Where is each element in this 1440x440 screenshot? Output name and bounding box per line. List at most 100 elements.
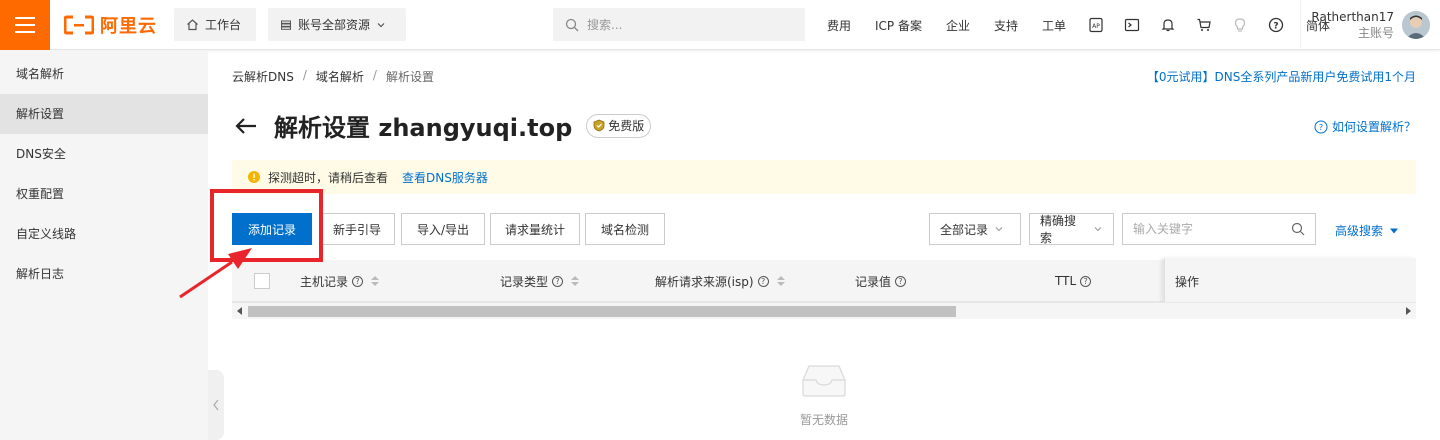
import-export-button[interactable]: 导入/导出 [401, 213, 485, 245]
nav-tickets[interactable]: 工单 [1030, 17, 1078, 34]
menu-line [15, 24, 35, 26]
scroll-right-arrow[interactable] [1406, 307, 1411, 315]
breadcrumb-separator: / [372, 68, 377, 82]
cart-icon[interactable] [1186, 0, 1222, 50]
sidebar-collapse-button[interactable] [208, 370, 224, 440]
scroll-thumb[interactable] [248, 306, 956, 317]
aliyun-logo[interactable]: 阿里云 [64, 13, 157, 37]
scroll-left-arrow[interactable] [237, 307, 242, 315]
question-circle-icon[interactable]: ? [895, 275, 907, 287]
workbench-button[interactable]: 工作台 [174, 8, 256, 41]
empty-state: 暂无数据 [790, 362, 858, 428]
breadcrumb-separator: / [302, 68, 307, 82]
warning-icon [248, 171, 260, 183]
search-icon[interactable] [1291, 222, 1305, 236]
chevron-down-icon [1094, 227, 1102, 232]
sidebar-item-resolution-settings[interactable]: 解析设置 [0, 94, 208, 134]
user-menu[interactable]: Ratherthan17 主账号 [1300, 0, 1430, 50]
bell-icon[interactable] [1150, 0, 1186, 50]
sidebar-item-dns-security[interactable]: DNS安全 [0, 134, 208, 174]
sort-icon[interactable] [571, 276, 580, 286]
sidebar-item-weight-config[interactable]: 权重配置 [0, 174, 208, 214]
column-record-type[interactable]: 记录类型 ? [500, 260, 580, 302]
home-icon [187, 19, 198, 31]
breadcrumb-item-dns[interactable]: 云解析DNS [232, 68, 294, 85]
alert-message: 探测超时，请稍后查看 [268, 170, 389, 185]
back-arrow-icon[interactable] [232, 112, 260, 140]
global-search[interactable] [553, 8, 805, 41]
stack-icon [281, 20, 291, 30]
edition-badge: 免费版 [586, 113, 652, 138]
empty-state-text: 暂无数据 [799, 413, 848, 427]
column-ttl: TTL ? [1055, 260, 1092, 302]
search-icon [565, 18, 579, 31]
breadcrumb-item-domains[interactable]: 域名解析 [316, 68, 364, 85]
sidebar-item-domain-resolution[interactable]: 域名解析 [0, 54, 208, 94]
logo-text: 阿里云 [100, 16, 157, 37]
search-mode-select[interactable]: 精确搜索 [1029, 213, 1114, 245]
request-stats-button[interactable]: 请求量统计 [490, 213, 580, 245]
column-host-record[interactable]: 主机记录 ? [300, 260, 380, 302]
aliyun-logo-icon [64, 15, 94, 35]
keyword-input[interactable] [1133, 222, 1283, 236]
question-circle-icon[interactable]: ? [352, 275, 364, 287]
column-label: 主机记录 [300, 274, 349, 289]
nav-enterprise[interactable]: 企业 [934, 17, 982, 34]
breadcrumb-item-current: 解析设置 [385, 70, 434, 84]
menu-line [15, 31, 35, 33]
chevron-down-icon [377, 22, 385, 27]
avatar[interactable] [1402, 11, 1430, 39]
free-trial-link[interactable]: 【0元试用】DNS全系列产品新用户免费试用1个月 [1147, 68, 1416, 85]
view-dns-servers-link[interactable]: 查看DNS服务器 [402, 169, 488, 186]
user-role: 主账号 [1357, 26, 1394, 40]
top-navbar: 阿里云 工作台 账号全部资源 费用 ICP 备案 企业 支持 工单 AP [0, 0, 1440, 50]
column-record-value: 记录值 ? [855, 260, 907, 302]
question-circle-icon[interactable]: ? [1080, 275, 1092, 287]
column-label: 操作 [1175, 275, 1200, 289]
beginner-guide-button[interactable]: 新手引导 [319, 213, 395, 245]
page-title: 解析设置 zhangyuqi.top [274, 114, 573, 142]
column-label: 记录类型 [500, 274, 549, 289]
column-label: 记录值 [855, 274, 892, 289]
nav-support[interactable]: 支持 [982, 17, 1030, 34]
how-to-configure-link[interactable]: ? 如何设置解析？ [1314, 118, 1416, 135]
add-record-button[interactable]: 添加记录 [232, 213, 312, 245]
menu-button[interactable] [0, 0, 50, 50]
sort-icon[interactable] [371, 276, 380, 286]
column-request-source[interactable]: 解析请求来源(isp) ? [655, 260, 785, 302]
resources-dropdown[interactable]: 账号全部资源 [268, 8, 406, 41]
question-circle-icon[interactable]: ? [552, 275, 564, 287]
domain-check-button[interactable]: 域名检测 [585, 213, 665, 245]
terminal-icon[interactable] [1114, 0, 1150, 50]
nav-icp[interactable]: ICP 备案 [863, 17, 934, 34]
bulb-icon[interactable] [1222, 0, 1258, 50]
resources-label: 账号全部资源 [298, 18, 371, 32]
question-circle-icon: ? [1314, 120, 1328, 133]
advanced-search-label: 高级搜索 [1335, 224, 1384, 238]
shield-icon [593, 119, 605, 132]
help-icon[interactable]: ? [1258, 0, 1294, 50]
empty-inbox-icon [802, 365, 846, 397]
page-header: 解析设置 zhangyuqi.top 免费版 [232, 108, 652, 143]
search-mode-value: 精确搜索 [1040, 214, 1077, 245]
how-to-configure-label: 如何设置解析？ [1331, 120, 1416, 134]
table-horizontal-scrollbar[interactable] [232, 302, 1416, 319]
highlight-arrow-icon [179, 248, 252, 299]
ap-icon[interactable]: AP [1078, 0, 1114, 50]
record-filter-value: 全部记录 [940, 222, 989, 237]
chevron-down-icon [995, 227, 1003, 232]
search-input[interactable] [587, 17, 787, 32]
keyword-search[interactable] [1122, 213, 1316, 245]
sort-icon[interactable] [776, 276, 785, 286]
nav-billing[interactable]: 费用 [815, 17, 863, 34]
workbench-label: 工作台 [205, 18, 242, 32]
svg-text:?: ? [1273, 22, 1278, 32]
question-circle-icon[interactable]: ? [757, 275, 769, 287]
record-filter-select[interactable]: 全部记录 [929, 213, 1021, 245]
column-label: 解析请求来源(isp) [655, 274, 754, 289]
select-all-checkbox[interactable] [254, 273, 270, 289]
avatar-image [1402, 11, 1430, 39]
warning-alert: 探测超时，请稍后查看 查看DNS服务器 [232, 160, 1416, 194]
advanced-search-toggle[interactable]: 高级搜索 [1335, 222, 1399, 239]
user-name: Ratherthan17 [1311, 10, 1394, 24]
